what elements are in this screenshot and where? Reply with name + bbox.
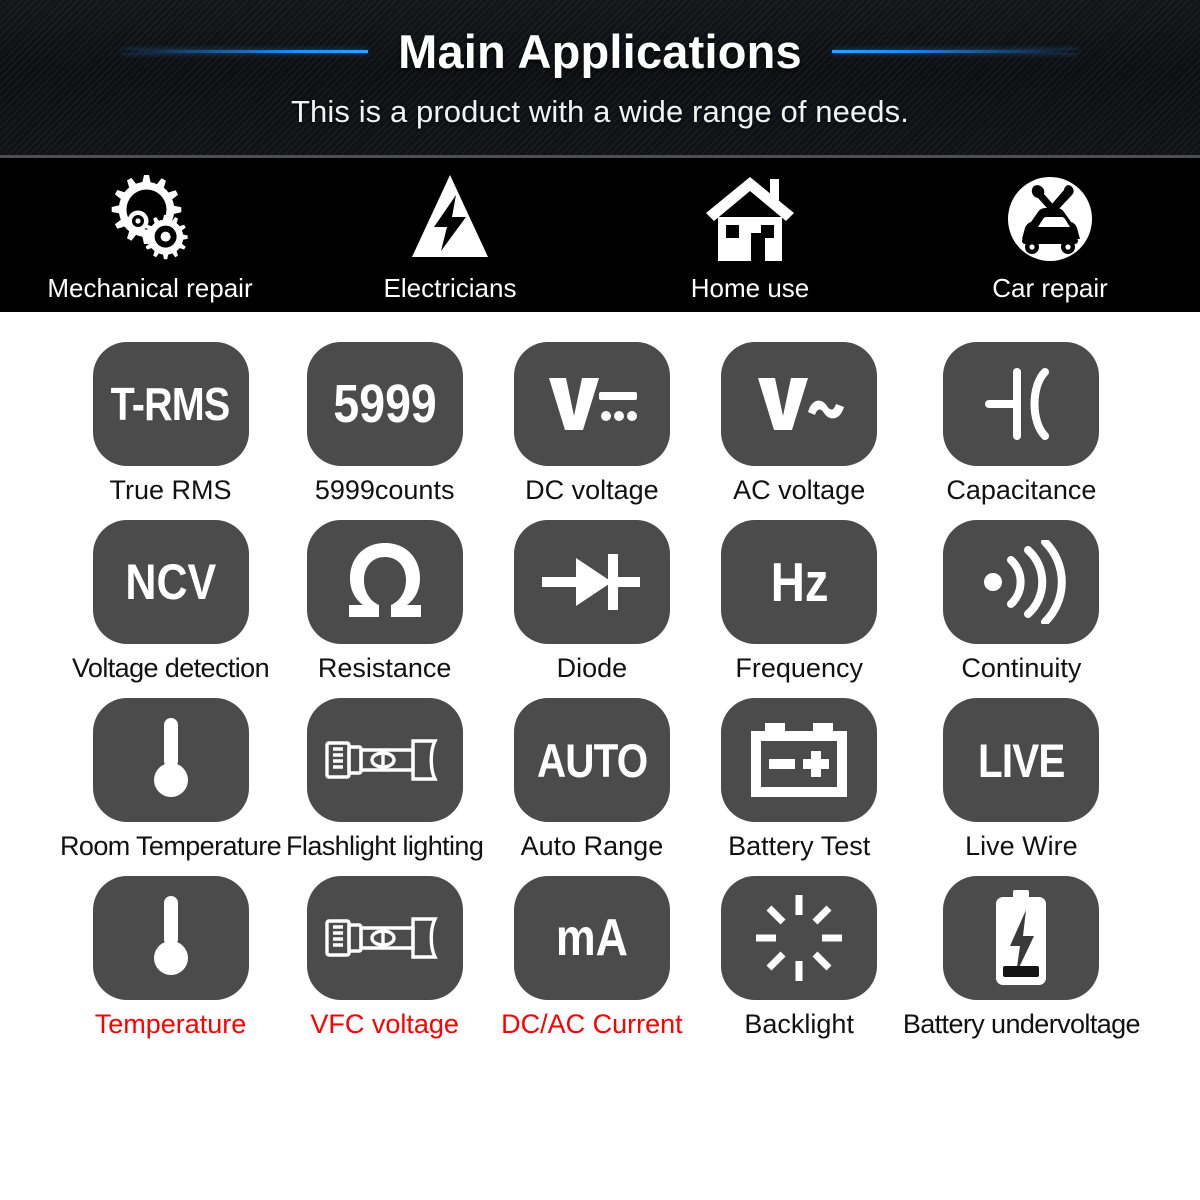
feature-room-temperature: Room Temperature — [60, 698, 282, 862]
battery-bolt-icon — [943, 876, 1100, 1000]
tile-glyph: LIVE — [978, 733, 1065, 787]
feature-grid: T-RMS True RMS 5999 5999counts DC voltag… — [0, 312, 1200, 1040]
car-battery-icon — [721, 698, 878, 822]
5999-counts-text-icon: 5999 — [306, 342, 463, 466]
thermometer-icon — [92, 876, 249, 1000]
feature-label: Continuity — [961, 653, 1082, 683]
feature-label: Capacitance — [946, 475, 1097, 505]
application-car-repair: Car repair — [900, 158, 1200, 304]
thermometer-icon — [92, 698, 249, 822]
auto-text-icon: AUTO — [513, 698, 670, 822]
feature-label: VFC voltage — [310, 1009, 459, 1039]
feature-label: Flashlight lighting — [286, 831, 484, 861]
feature-label: Auto Range — [520, 831, 664, 861]
diode-icon — [513, 520, 670, 644]
ac-voltage-icon — [721, 342, 878, 466]
tile-glyph: T-RMS — [111, 378, 231, 430]
feature-battery-test: Battery Test — [696, 698, 903, 862]
page-subtitle: This is a product with a wide range of n… — [291, 94, 909, 129]
tile-glyph: mA — [555, 909, 628, 967]
divider-left — [123, 49, 369, 53]
capacitor-icon — [943, 342, 1100, 466]
application-label: Mechanical repair — [47, 273, 253, 303]
feature-battery-undervoltage: Battery undervoltage — [902, 876, 1141, 1040]
tile-glyph: 5999 — [332, 374, 437, 434]
feature-true-rms: T-RMS True RMS — [60, 342, 281, 506]
title-row: Main Applications — [0, 18, 1200, 84]
header-banner: Main Applications This is a product with… — [0, 0, 1200, 158]
feature-5999-counts: 5999 5999counts — [281, 342, 488, 506]
ncv-text-icon: NCV — [92, 520, 249, 644]
high-voltage-triangle-icon — [400, 167, 500, 271]
gears-icon — [100, 167, 200, 271]
feature-capacitance: Capacitance — [903, 342, 1140, 506]
hz-text-icon: Hz — [721, 520, 878, 644]
feature-label: 5999counts — [314, 475, 455, 505]
feature-auto-range: AUTO Auto Range — [488, 698, 695, 862]
backlight-rays-icon — [721, 876, 878, 1000]
dc-voltage-icon — [513, 342, 670, 466]
application-electricians: Electricians — [300, 158, 600, 304]
feature-voltage-detection: NCV Voltage detection — [60, 520, 281, 684]
feature-flashlight-lighting: Flashlight lighting — [281, 698, 488, 862]
application-band: Mechanical repair Electricians Home use … — [0, 158, 1200, 312]
tile-glyph: NCV — [125, 554, 216, 610]
feature-label: Live Wire — [965, 831, 1078, 861]
feature-dc-ac-current: mA DC/AC Current — [488, 876, 695, 1040]
feature-label: Backlight — [744, 1009, 854, 1039]
feature-diode: Diode — [488, 520, 695, 684]
feature-label: Temperature — [94, 1009, 247, 1039]
divider-right — [831, 49, 1077, 53]
feature-label: DC voltage — [525, 475, 659, 505]
feature-resistance: Resistance — [281, 520, 488, 684]
application-label: Electricians — [383, 273, 517, 303]
tile-glyph: AUTO — [536, 733, 648, 787]
flashlight-icon — [306, 698, 463, 822]
feature-label: Resistance — [317, 653, 452, 683]
flashlight-icon — [306, 876, 463, 1000]
feature-label: AC voltage — [733, 475, 866, 505]
feature-dc-voltage: DC voltage — [488, 342, 695, 506]
house-icon — [700, 167, 800, 271]
feature-label: Frequency — [735, 653, 863, 683]
tile-glyph: Hz — [770, 550, 829, 613]
feature-vfc-voltage: VFC voltage — [281, 876, 488, 1040]
feature-live-wire: LIVE Live Wire — [903, 698, 1140, 862]
feature-label: Voltage detection — [72, 653, 270, 683]
application-mechanical-repair: Mechanical repair — [0, 158, 300, 304]
ohm-icon — [306, 520, 463, 644]
feature-label: Diode — [556, 653, 628, 683]
feature-label: Battery undervoltage — [902, 1009, 1141, 1039]
ma-text-icon: mA — [513, 876, 670, 1000]
feature-backlight: Backlight — [696, 876, 903, 1040]
page-title: Main Applications — [398, 24, 802, 78]
feature-frequency: Hz Frequency — [696, 520, 903, 684]
t-rms-text-icon: T-RMS — [92, 342, 249, 466]
car-repair-icon — [1000, 167, 1100, 271]
application-label: Home use — [690, 273, 810, 303]
live-text-icon: LIVE — [943, 698, 1100, 822]
feature-label: Battery Test — [728, 831, 871, 861]
application-label: Car repair — [992, 273, 1108, 303]
feature-ac-voltage: AC voltage — [696, 342, 903, 506]
feature-label: DC/AC Current — [501, 1009, 683, 1039]
feature-label: Room Temperature — [60, 831, 282, 861]
feature-label: True RMS — [109, 475, 232, 505]
feature-temperature: Temperature — [60, 876, 281, 1040]
application-home-use: Home use — [600, 158, 900, 304]
feature-continuity: Continuity — [903, 520, 1140, 684]
continuity-buzzer-icon — [943, 520, 1100, 644]
